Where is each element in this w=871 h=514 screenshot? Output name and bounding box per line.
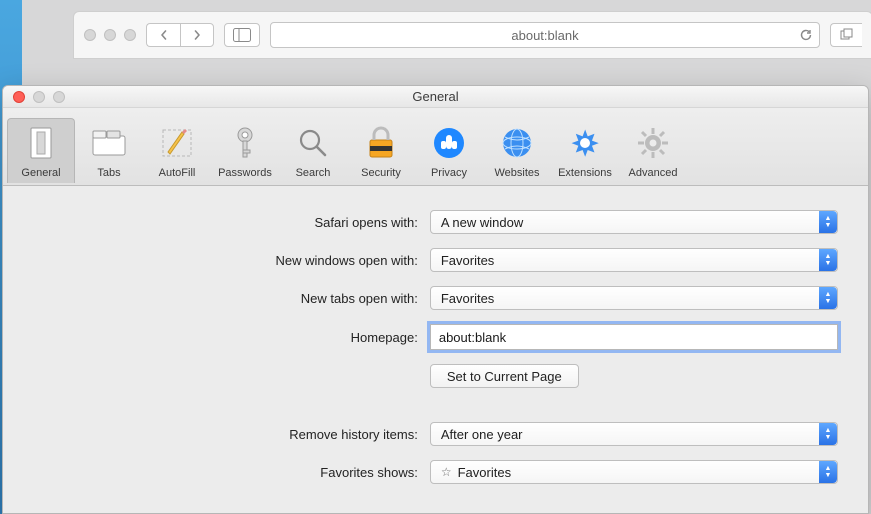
chevron-updown-icon: ▲▼ [819,461,837,483]
tab-search[interactable]: Search [279,119,347,183]
privacy-icon [415,123,483,163]
traffic-dim-icon [84,29,96,41]
tab-autofill-label: AutoFill [143,167,211,179]
preferences-window: General General Tabs AutoFill Passwords [2,85,869,514]
advanced-icon [619,123,687,163]
tab-security-label: Security [347,167,415,179]
label-new-windows: New windows open with: [33,253,430,268]
traffic-dim-icon [104,29,116,41]
security-icon [347,123,415,163]
tabs-icon [75,123,143,163]
tab-extensions-label: Extensions [551,167,619,179]
back-button[interactable] [146,23,180,47]
preferences-title: General [3,89,868,104]
url-bar[interactable]: about:blank [270,22,820,48]
tab-advanced-label: Advanced [619,167,687,179]
forward-button[interactable] [180,23,214,47]
browser-toolbar: about:blank [73,11,871,59]
url-bar-text: about:blank [511,28,578,43]
select-favorites-shows[interactable]: ☆ Favorites ▲▼ [430,460,838,484]
tab-websites-label: Websites [483,167,551,179]
extensions-icon [551,123,619,163]
reload-icon[interactable] [799,28,813,42]
tab-privacy-label: Privacy [415,167,483,179]
input-homepage[interactable] [430,324,838,350]
chevron-updown-icon: ▲▼ [819,249,837,271]
select-favorites-shows-value: Favorites [458,465,511,480]
label-new-tabs: New tabs open with: [33,291,430,306]
nav-back-forward-group [146,23,214,47]
row-new-windows: New windows open with: Favorites ▲▼ [33,248,838,272]
search-icon [279,123,347,163]
select-remove-history-value: After one year [441,427,523,442]
button-set-current-page[interactable]: Set to Current Page [430,364,579,388]
tab-passwords[interactable]: Passwords [211,119,279,183]
chevron-updown-icon: ▲▼ [819,287,837,309]
traffic-dim-icon [124,29,136,41]
row-set-current: Set to Current Page [33,364,838,388]
passwords-icon [211,123,279,163]
tab-extensions[interactable]: Extensions [551,119,619,183]
tab-tabs-label: Tabs [75,167,143,179]
label-homepage: Homepage: [33,330,430,345]
label-favorites-shows: Favorites shows: [33,465,430,480]
label-remove-history: Remove history items: [33,427,430,442]
new-tab-button[interactable] [830,23,862,47]
star-icon: ☆ [441,465,452,479]
row-new-tabs: New tabs open with: Favorites ▲▼ [33,286,838,310]
row-homepage: Homepage: [33,324,838,350]
tab-autofill[interactable]: AutoFill [143,119,211,183]
label-opens-with: Safari opens with: [33,215,430,230]
sidebar-toggle-button[interactable] [224,23,260,47]
select-opens-with-value: A new window [441,215,523,230]
select-new-windows[interactable]: Favorites ▲▼ [430,248,838,272]
tab-passwords-label: Passwords [211,167,279,179]
general-icon [8,123,74,163]
select-new-tabs[interactable]: Favorites ▲▼ [430,286,838,310]
preferences-titlebar: General [3,86,868,108]
autofill-icon [143,123,211,163]
tab-general-label: General [8,167,74,179]
tab-tabs[interactable]: Tabs [75,119,143,183]
spacer [33,402,838,422]
websites-icon [483,123,551,163]
select-opens-with[interactable]: A new window ▲▼ [430,210,838,234]
tab-privacy[interactable]: Privacy [415,119,483,183]
select-new-tabs-value: Favorites [441,291,494,306]
select-new-windows-value: Favorites [441,253,494,268]
tab-websites[interactable]: Websites [483,119,551,183]
select-remove-history[interactable]: After one year ▲▼ [430,422,838,446]
row-favorites-shows: Favorites shows: ☆ Favorites ▲▼ [33,460,838,484]
preferences-toolbar: General Tabs AutoFill Passwords Search [3,108,868,186]
tab-security[interactable]: Security [347,119,415,183]
browser-traffic-lights [84,29,136,41]
tab-advanced[interactable]: Advanced [619,119,687,183]
preferences-content: Safari opens with: A new window ▲▼ New w… [3,186,868,514]
row-opens-with: Safari opens with: A new window ▲▼ [33,210,838,234]
chevron-updown-icon: ▲▼ [819,423,837,445]
chevron-updown-icon: ▲▼ [819,211,837,233]
tab-general[interactable]: General [7,118,75,183]
row-remove-history: Remove history items: After one year ▲▼ [33,422,838,446]
tab-search-label: Search [279,167,347,179]
button-set-current-page-label: Set to Current Page [447,369,562,384]
